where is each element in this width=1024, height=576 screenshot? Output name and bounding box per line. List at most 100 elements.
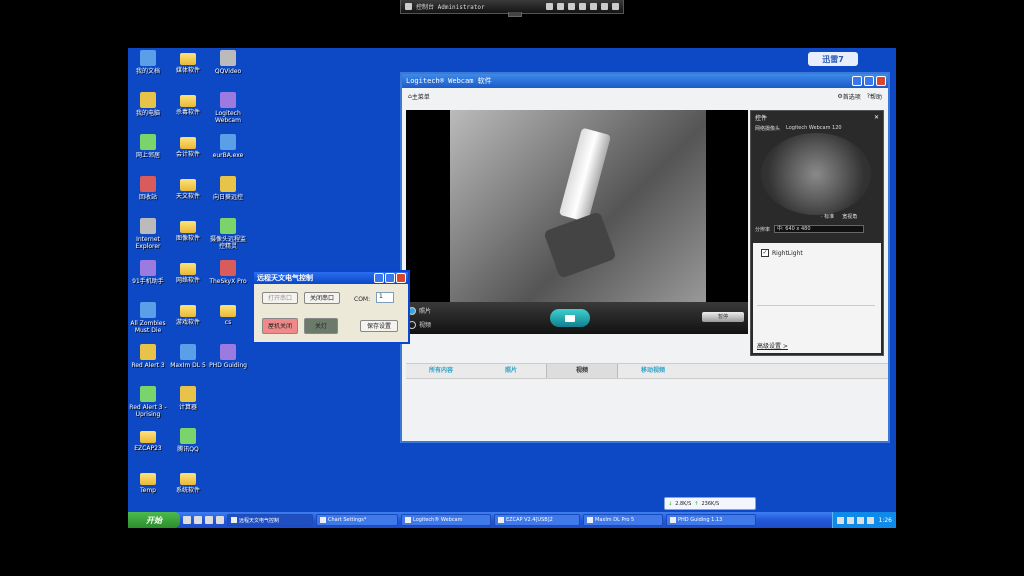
quicklaunch-folder-icon[interactable] bbox=[205, 516, 213, 524]
desktop-icon[interactable]: 网络软件 bbox=[168, 260, 208, 284]
hand-icon[interactable] bbox=[601, 3, 608, 10]
start-button[interactable]: 开始 bbox=[128, 512, 180, 528]
desktop-icon[interactable]: QQVideo bbox=[208, 50, 248, 75]
taskbar-item[interactable]: 远程天文电气控制 bbox=[227, 514, 313, 526]
desktop-icon[interactable]: 媒体软件 bbox=[168, 50, 208, 74]
tab-all[interactable]: 所有内容 bbox=[406, 364, 476, 378]
open-port-button[interactable]: 打开串口 bbox=[262, 292, 298, 304]
save-settings-button[interactable]: 保存设置 bbox=[360, 320, 398, 332]
network-monitor[interactable]: ↓ 2.8K/S ↑ 236K/S bbox=[664, 497, 756, 510]
taskbar-item[interactable]: Chart Settings* bbox=[316, 514, 398, 526]
pan-tilt-joystick[interactable] bbox=[761, 133, 871, 215]
desktop-icon[interactable]: 图像软件 bbox=[168, 218, 208, 242]
settings-icon[interactable] bbox=[546, 3, 553, 10]
tray-qq-icon[interactable] bbox=[866, 516, 874, 524]
desktop-icon[interactable]: 我的电脑 bbox=[128, 92, 168, 117]
desktop-icon[interactable]: Logitech Webcam bbox=[208, 92, 248, 124]
light-off-button[interactable]: 关灯 bbox=[304, 318, 338, 334]
desktop-icon[interactable]: Temp bbox=[128, 470, 168, 494]
desktop-icon[interactable]: 系统软件 bbox=[168, 470, 208, 494]
folder-icon bbox=[140, 431, 156, 443]
desktop-icon[interactable]: 摄像头远程监控精灵 bbox=[208, 218, 248, 250]
my-computer-icon bbox=[140, 92, 156, 108]
keyboard-icon[interactable] bbox=[557, 3, 564, 10]
desktop-icon[interactable]: 网上邻居 bbox=[128, 134, 168, 159]
start-label: 开始 bbox=[146, 515, 162, 525]
mode-video[interactable]: 视频 bbox=[408, 320, 448, 329]
desktop-icon[interactable]: eurBA.exe bbox=[208, 134, 248, 159]
pin-icon[interactable] bbox=[612, 3, 619, 10]
desktop-icon[interactable]: Red Alert 3 bbox=[128, 344, 168, 369]
taskbar-item[interactable]: MaxIm DL Pro 5 bbox=[583, 514, 663, 526]
minimize-button[interactable] bbox=[374, 273, 384, 283]
clock[interactable]: 1:26 bbox=[879, 517, 892, 524]
desktop-icon[interactable]: 91手机助手 bbox=[128, 260, 168, 285]
resolution-select[interactable]: 中: 640 x 480 bbox=[774, 225, 865, 233]
fullscreen-icon[interactable] bbox=[590, 3, 597, 10]
screen-icon[interactable] bbox=[579, 3, 586, 10]
help-link[interactable]: 帮助 bbox=[870, 92, 882, 101]
camera-select-row: 网络摄像头 Logitech Webcam 120 bbox=[751, 123, 883, 133]
desktop-icon[interactable]: All Zombies Must Die bbox=[128, 302, 168, 334]
quicklaunch-media-icon[interactable] bbox=[216, 516, 224, 524]
maximize-button[interactable] bbox=[864, 76, 874, 86]
desktop-icon[interactable]: MaxIm DL 5 bbox=[168, 344, 208, 369]
desktop-icon[interactable]: 游戏软件 bbox=[168, 302, 208, 326]
desktop-icon[interactable]: TheSkyX Pro bbox=[208, 260, 248, 285]
rightlight-checkbox[interactable]: ✓ RightLight bbox=[761, 249, 803, 257]
file-icon[interactable] bbox=[568, 3, 575, 10]
desktop-icon[interactable]: 天文软件 bbox=[168, 176, 208, 200]
my-documents-icon bbox=[140, 50, 156, 66]
pause-button[interactable]: 暂停 bbox=[702, 312, 744, 322]
monitor-icon[interactable] bbox=[405, 3, 412, 10]
desktop-icon[interactable]: 计算器 bbox=[168, 386, 208, 411]
desktop-icon[interactable]: 杀毒软件 bbox=[168, 92, 208, 116]
zoom-standard-radio[interactable]: · 标准 bbox=[821, 213, 834, 220]
close-port-button[interactable]: 关闭串口 bbox=[304, 292, 340, 304]
desktop-icon[interactable]: EZCAP23 bbox=[128, 428, 168, 452]
advanced-settings-link[interactable]: 高级设置 > bbox=[757, 341, 788, 350]
tray-volume-icon[interactable] bbox=[846, 516, 854, 524]
maximize-button[interactable] bbox=[385, 273, 395, 283]
tab-mobile-video[interactable]: 移动视频 bbox=[618, 364, 688, 378]
options-link[interactable]: 首选项 bbox=[843, 92, 861, 101]
capture-button[interactable] bbox=[550, 309, 590, 327]
taskbar-item[interactable]: EZCAP V2.4[USB]2 bbox=[494, 514, 580, 526]
app-icon bbox=[670, 517, 676, 523]
network-places-icon bbox=[140, 134, 156, 150]
tray-app-icon[interactable] bbox=[856, 516, 864, 524]
camera-name[interactable]: Logitech Webcam 120 bbox=[786, 125, 842, 131]
close-button[interactable] bbox=[396, 273, 406, 283]
com-input[interactable]: 1 bbox=[376, 292, 394, 303]
red-alert-uprising-icon bbox=[140, 386, 156, 402]
tab-videos[interactable]: 视频 bbox=[546, 364, 618, 378]
xunlei-floating-widget[interactable]: 迅雷7 bbox=[808, 52, 858, 66]
mode-photo[interactable]: 照片 bbox=[408, 306, 448, 315]
close-icon[interactable]: ✕ bbox=[874, 114, 879, 121]
desktop-icon[interactable]: cs bbox=[208, 302, 248, 326]
quicklaunch-desktop-icon[interactable] bbox=[183, 516, 191, 524]
desktop-icon[interactable]: 回收站 bbox=[128, 176, 168, 201]
desktop-icon[interactable]: 会计软件 bbox=[168, 134, 208, 158]
folder-icon bbox=[220, 305, 236, 317]
quicklaunch-ie-icon[interactable] bbox=[194, 516, 202, 524]
tab-photos[interactable]: 照片 bbox=[476, 364, 546, 378]
desktop-icon[interactable]: 腾讯QQ bbox=[168, 428, 208, 453]
desktop-icon[interactable]: 我的文档 bbox=[128, 50, 168, 75]
main-menu-link[interactable]: 主菜单 bbox=[412, 92, 430, 101]
remote-toolbar-handle[interactable] bbox=[508, 12, 522, 17]
desktop-icon[interactable]: Internet Explorer bbox=[128, 218, 168, 250]
webcam-window-titlebar[interactable]: Logitech® Webcam 软件 bbox=[402, 74, 888, 88]
minimize-button[interactable] bbox=[852, 76, 862, 86]
zoom-wide-radio[interactable]: 宽视角 bbox=[842, 213, 857, 220]
close-button[interactable] bbox=[876, 76, 886, 86]
desktop-icon[interactable]: Red Alert 3 - Uprising bbox=[128, 386, 168, 418]
folder-icon bbox=[180, 263, 196, 275]
desktop-icon[interactable]: PHD Guiding bbox=[208, 344, 248, 369]
desktop-icon-label: 向日葵远控 bbox=[212, 194, 243, 201]
tray-network-icon[interactable] bbox=[836, 516, 844, 524]
roof-close-button[interactable]: 屋机关闭 bbox=[262, 318, 298, 334]
desktop-icon[interactable]: 向日葵远控 bbox=[208, 176, 248, 201]
taskbar-item[interactable]: PHD Guiding 1.13 bbox=[666, 514, 756, 526]
taskbar-item[interactable]: Logitech® Webcam bbox=[401, 514, 491, 526]
